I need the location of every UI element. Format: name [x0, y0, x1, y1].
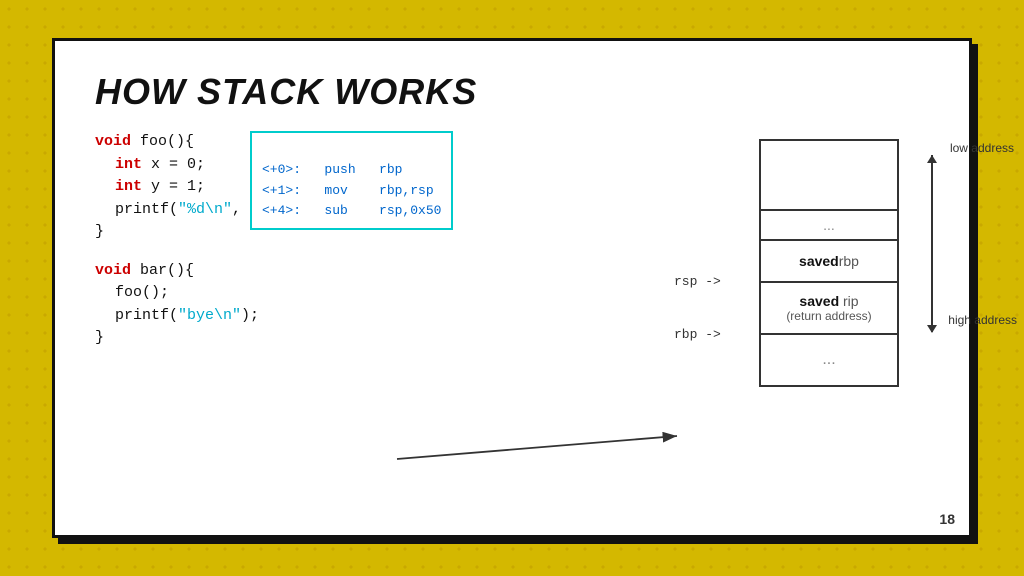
return-address-text: (return address): [786, 309, 871, 323]
saved-rbp-text: rbp: [839, 253, 859, 269]
stack-cell-dots1: ...: [761, 211, 897, 241]
stack-cell-top: [761, 141, 897, 211]
code-line-7: void bar(){: [95, 260, 709, 283]
slide-title: HOW STACK WORKS: [95, 71, 929, 113]
asm-box: <+0>: push rbp <+1>: mov rbp,rsp <+4>: s…: [250, 131, 453, 230]
code-line-10: }: [95, 327, 709, 350]
string-bye: "bye\n": [178, 305, 241, 328]
rbp-label: rbp ->: [674, 327, 721, 342]
slide-number: 18: [939, 511, 955, 527]
kw-void-bar: void: [95, 262, 140, 279]
arrow-head-up: [927, 155, 937, 163]
rsp-label: rsp ->: [674, 274, 721, 289]
code-line-8: foo();: [95, 282, 709, 305]
kw-int-y: int: [115, 178, 142, 195]
stack-cell-dots2: ...: [761, 335, 897, 385]
arrow-head-down: [927, 325, 937, 333]
code-area: void foo(){ int x = 0; int y = 1; printf…: [95, 131, 709, 387]
code-line-9: printf("bye\n");: [95, 305, 709, 328]
stack-cell-saved-rbp: saved rbp: [761, 241, 897, 283]
string-format: "%d\n": [178, 201, 232, 218]
saved-rbp-bold: saved: [799, 253, 839, 269]
high-address-label: high address: [948, 313, 1017, 327]
code-spacer: [95, 244, 709, 260]
saved-rip-bold: saved: [799, 293, 839, 309]
kw-void-foo: void: [95, 133, 140, 150]
content-area: void foo(){ int x = 0; int y = 1; printf…: [95, 131, 929, 387]
stack-area: low address high address rsp -> rbp -> .…: [729, 131, 929, 387]
kw-int-x: int: [115, 156, 142, 173]
stack-container: ... saved rbp saved rip (return address)…: [759, 139, 899, 387]
low-address-label: low address: [950, 141, 1014, 155]
slide: HOW STACK WORKS void foo(){ int x = 0; i…: [52, 38, 972, 538]
address-line-bottom: [931, 212, 933, 332]
saved-rip-text: rip: [839, 293, 858, 309]
stack-cell-saved-rip: saved rip (return address): [761, 283, 897, 335]
